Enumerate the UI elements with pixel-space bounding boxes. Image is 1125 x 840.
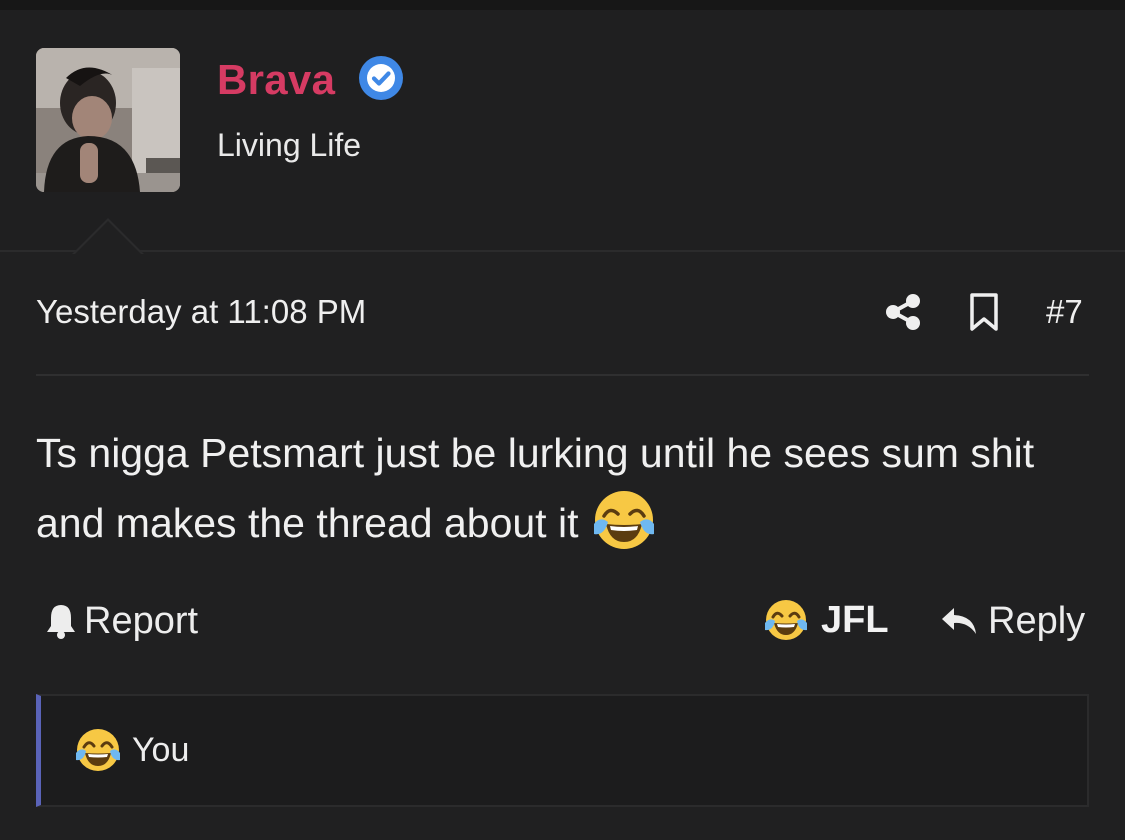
reply-label: Reply: [988, 599, 1086, 642]
bookmark-icon[interactable]: [968, 292, 1000, 332]
react-button[interactable]: JFL: [763, 595, 889, 645]
react-label: JFL: [821, 598, 889, 641]
reactions-summary-label: You: [132, 730, 190, 769]
post-message-text: Ts nigga Petsmart just be lurking until …: [36, 430, 1035, 546]
reply-button[interactable]: Reply: [940, 598, 1085, 644]
post-timestamp[interactable]: Yesterday at 11:08 PM: [36, 293, 366, 331]
share-icon[interactable]: [884, 292, 922, 332]
post-number-link[interactable]: #7: [1046, 293, 1083, 331]
face-with-tears-of-joy-icon: [765, 600, 807, 640]
avatar[interactable]: [36, 48, 180, 192]
face-with-tears-of-joy-icon: [593, 491, 654, 550]
report-button[interactable]: Report: [44, 598, 198, 644]
face-with-tears-of-joy-icon: [76, 729, 120, 771]
top-divider: [0, 0, 1125, 10]
user-title: Living Life: [217, 127, 362, 163]
post-author-header: Brava Living Life: [0, 10, 1125, 252]
post-message: Ts nigga Petsmart just be lurking until …: [36, 418, 1096, 558]
report-label: Report: [84, 599, 199, 642]
bell-icon: [47, 605, 75, 639]
meta-divider: [36, 374, 1089, 376]
verified-badge-icon: [359, 56, 403, 100]
username[interactable]: Brava: [217, 56, 335, 104]
reply-arrow-icon: [942, 608, 976, 634]
reactions-summary[interactable]: You: [36, 694, 1089, 807]
